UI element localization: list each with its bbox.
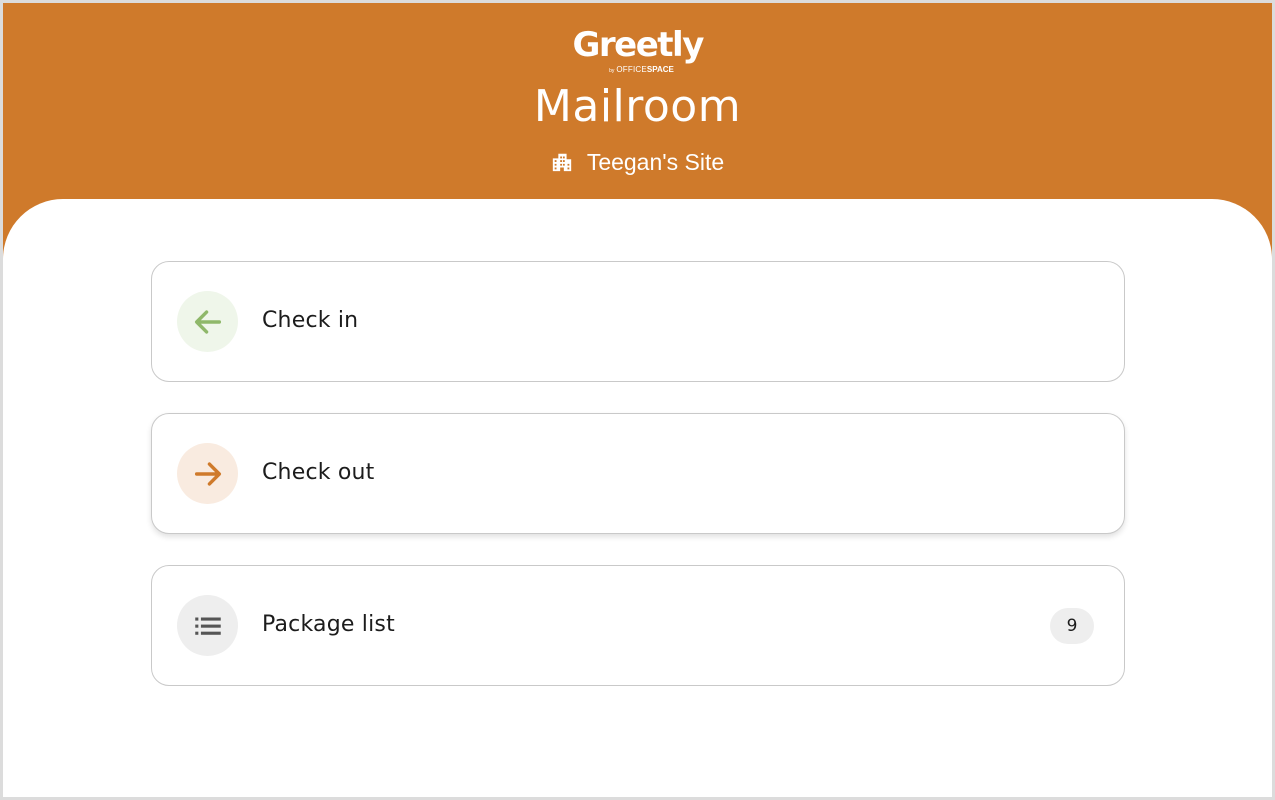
check-out-button[interactable]: Check out: [151, 413, 1125, 534]
package-count-badge: 9: [1050, 608, 1094, 644]
action-menu: Check in Check out Package list 9: [151, 261, 1125, 717]
check-in-label: Check in: [262, 308, 359, 333]
app-window: Greetly by OFFICESPACE Mailroom Teegan's …: [0, 0, 1275, 800]
check-in-button[interactable]: Check in: [151, 261, 1125, 382]
logo-office-text: OFFICE: [616, 65, 647, 74]
brand-area: Greetly by OFFICESPACE: [3, 25, 1272, 82]
arrow-left-icon: [194, 309, 221, 334]
package-list-icon-circle: [177, 595, 238, 656]
logo-byline: by OFFICESPACE: [587, 65, 697, 76]
building-icon: [552, 153, 571, 172]
site-name: Teegan's Site: [586, 149, 725, 175]
logo-by-text: by: [609, 68, 615, 74]
site-selector[interactable]: Teegan's Site: [551, 147, 724, 177]
check-out-icon-circle: [177, 443, 238, 504]
list-icon: [194, 617, 221, 635]
arrow-right-icon: [194, 461, 221, 486]
package-list-button[interactable]: Package list 9: [151, 565, 1125, 686]
logo-space-text: SPACE: [646, 65, 674, 74]
logo-wordmark: Greetly: [572, 25, 705, 65]
greetly-logo: Greetly by OFFICESPACE: [572, 25, 705, 77]
package-list-label: Package list: [262, 612, 395, 637]
page-title: Mailroom: [533, 81, 742, 132]
site-selector-row: Teegan's Site: [3, 147, 1272, 180]
check-out-label: Check out: [262, 460, 375, 485]
check-in-icon-circle: [177, 291, 238, 352]
